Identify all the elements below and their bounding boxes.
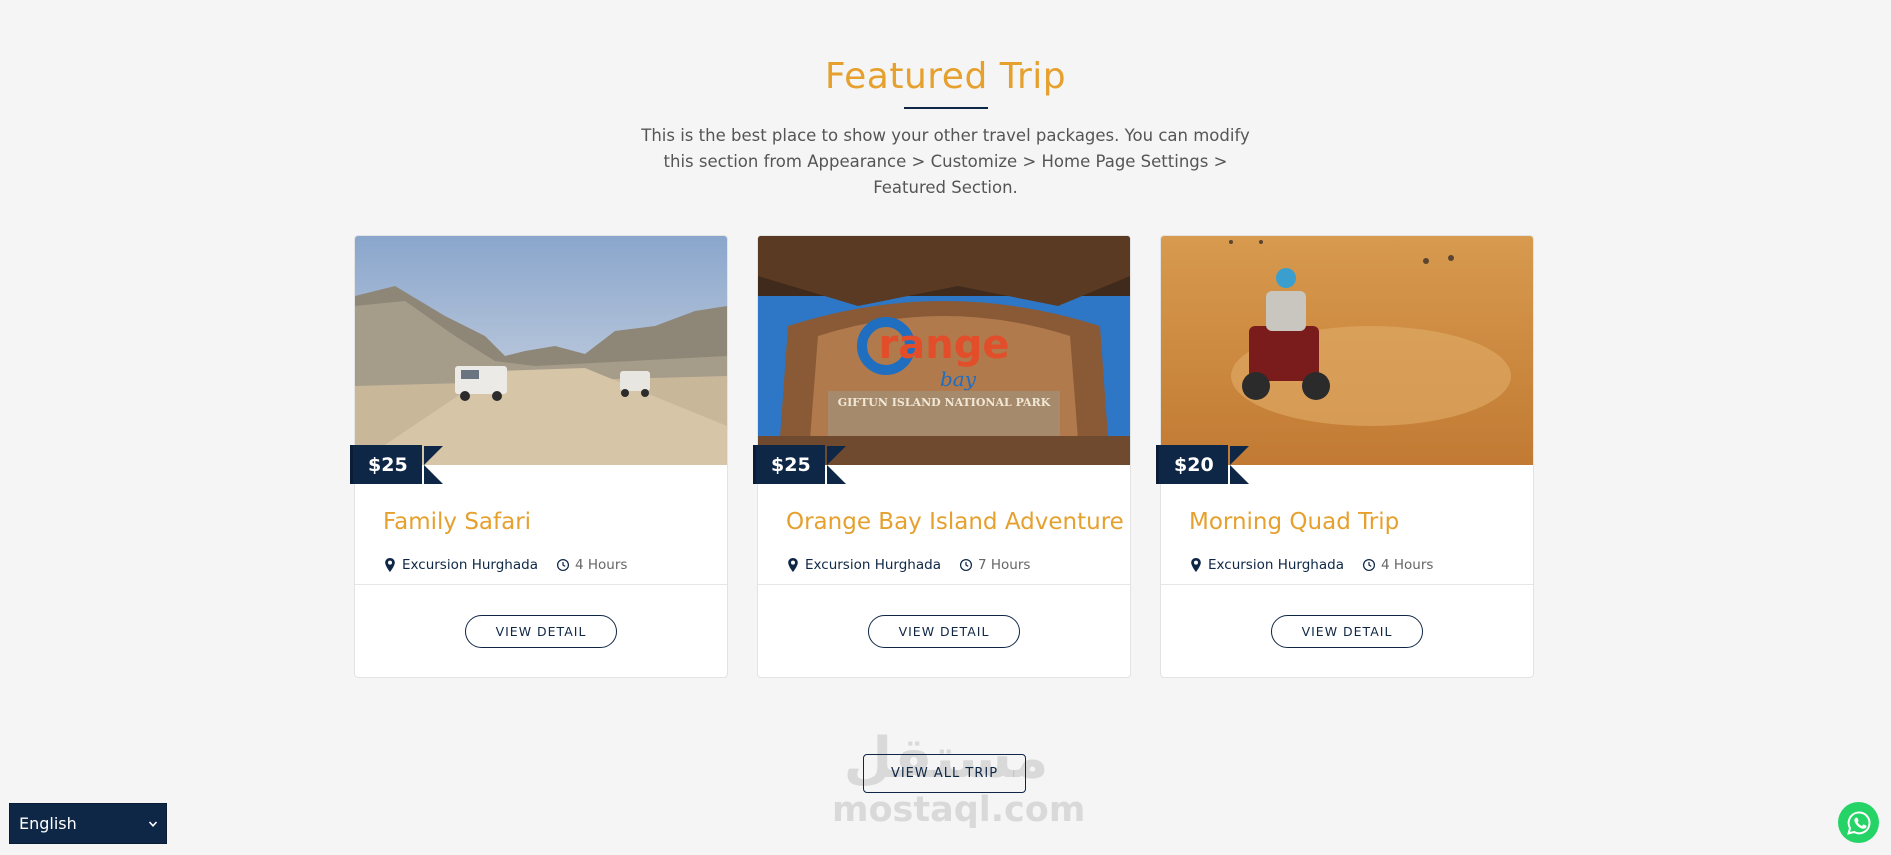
trip-duration: 4 Hours <box>1362 557 1433 573</box>
view-all-trip-button[interactable]: VIEW ALL TRIP <box>863 754 1026 793</box>
card-footer: VIEW DETAIL <box>355 584 727 678</box>
trip-cards: $25 Family Safari Excursion Hurghada 4 H… <box>350 235 1534 678</box>
view-detail-button[interactable]: VIEW DETAIL <box>868 615 1020 648</box>
trip-location[interactable]: Excursion Hurghada <box>786 557 941 573</box>
price-flag <box>423 445 443 484</box>
chevron-down-icon <box>148 820 158 827</box>
location-label: Excursion Hurghada <box>1208 557 1344 573</box>
whatsapp-chat-button[interactable] <box>1838 802 1879 843</box>
svg-text:range: range <box>879 322 1010 368</box>
price-badge: $25 <box>350 445 443 484</box>
price-label: $25 <box>753 445 825 484</box>
whatsapp-icon <box>1846 810 1870 835</box>
trip-card: $25 Family Safari Excursion Hurghada 4 H… <box>350 235 728 678</box>
trip-meta: Excursion Hurghada 4 Hours <box>1189 557 1533 573</box>
card-footer: VIEW DETAIL <box>1161 584 1533 678</box>
language-select[interactable]: English <box>9 803 167 844</box>
trip-duration: 7 Hours <box>959 557 1030 573</box>
clock-icon <box>959 558 973 572</box>
trip-location[interactable]: Excursion Hurghada <box>1189 557 1344 573</box>
duration-label: 7 Hours <box>977 557 1031 573</box>
clock-icon <box>556 558 570 572</box>
svg-text:GIFTUN ISLAND NATIONAL PARK: GIFTUN ISLAND NATIONAL PARK <box>838 396 1051 409</box>
clock-icon <box>1362 558 1376 572</box>
price-badge: $20 <box>1156 445 1249 484</box>
trip-duration: 4 Hours <box>556 557 627 573</box>
trip-title[interactable]: Orange Bay Island Adventure <box>786 509 1130 535</box>
map-pin-icon <box>1191 558 1201 572</box>
trip-title[interactable]: Family Safari <box>383 509 727 535</box>
price-flag <box>1229 445 1249 484</box>
watermark-text: mostaql.com <box>832 790 1086 830</box>
title-underline <box>903 107 988 109</box>
trip-card: range bay GIFTUN ISLAND NATIONAL PARK $2… <box>753 235 1131 678</box>
price-badge: $25 <box>753 445 846 484</box>
language-selected-value: English <box>19 814 77 833</box>
price-label: $25 <box>350 445 422 484</box>
location-label: Excursion Hurghada <box>805 557 941 573</box>
map-pin-icon <box>788 558 798 572</box>
card-footer: VIEW DETAIL <box>758 584 1130 678</box>
trip-location[interactable]: Excursion Hurghada <box>383 557 538 573</box>
section-title: Featured Trip <box>824 56 1067 97</box>
svg-text:bay: bay <box>940 367 977 391</box>
featured-section-header: Featured Trip This is the best place to … <box>0 56 1891 201</box>
duration-label: 4 Hours <box>1380 557 1434 573</box>
trip-image-family-safari[interactable] <box>355 236 727 465</box>
trip-title[interactable]: Morning Quad Trip <box>1189 509 1533 535</box>
trip-image-orange-bay[interactable]: range bay GIFTUN ISLAND NATIONAL PARK <box>758 236 1130 465</box>
trip-image-quad-trip[interactable] <box>1161 236 1533 465</box>
price-label: $20 <box>1156 445 1228 484</box>
map-pin-icon <box>385 558 395 572</box>
trip-meta: Excursion Hurghada 7 Hours <box>786 557 1130 573</box>
trip-card: $20 Morning Quad Trip Excursion Hurghada… <box>1156 235 1534 678</box>
section-description: This is the best place to show your othe… <box>641 126 1250 197</box>
trip-meta: Excursion Hurghada 4 Hours <box>383 557 727 573</box>
price-flag <box>826 445 846 484</box>
view-detail-button[interactable]: VIEW DETAIL <box>465 615 617 648</box>
duration-label: 4 Hours <box>574 557 628 573</box>
view-detail-button[interactable]: VIEW DETAIL <box>1271 615 1423 648</box>
location-label: Excursion Hurghada <box>402 557 538 573</box>
